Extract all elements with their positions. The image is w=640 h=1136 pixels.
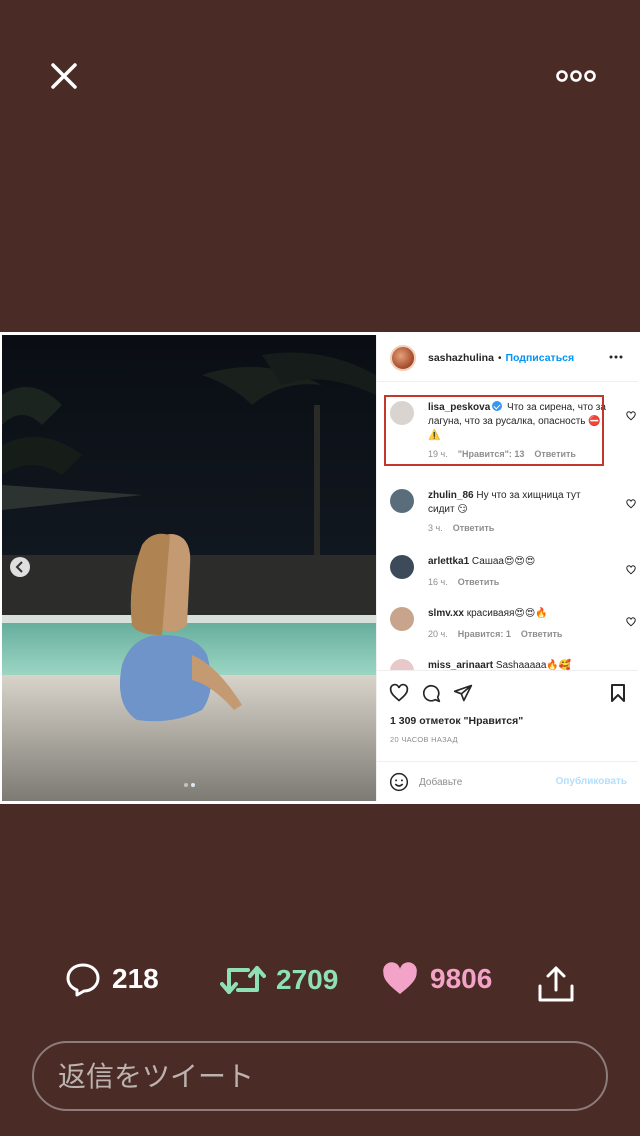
action-icons xyxy=(389,683,473,703)
comment-text: slmv.xx красиваяя😍😍🔥 xyxy=(428,607,608,621)
heart-icon xyxy=(389,683,409,702)
heart-icon xyxy=(383,962,417,995)
comment-time: 16 ч. xyxy=(428,577,448,587)
publish-button[interactable]: Опубликовать xyxy=(556,776,627,787)
like-stat-button[interactable]: 9806 xyxy=(380,960,492,998)
post-username[interactable]: sashazhulina xyxy=(428,352,494,364)
retweet-count: 2709 xyxy=(276,964,339,995)
comment-meta: 20 ч. Нравится: 1 Ответить xyxy=(428,629,562,639)
reply-count: 218 xyxy=(112,963,159,994)
post-header: sashazhulina • Подписаться xyxy=(377,335,638,382)
heart-icon[interactable] xyxy=(626,565,636,575)
share-icon xyxy=(538,966,574,1002)
reply-button[interactable]: Ответить xyxy=(521,629,563,639)
carousel-dots xyxy=(184,783,195,787)
reply-icon xyxy=(66,963,100,997)
comment-username[interactable]: arlettka1 xyxy=(428,556,469,567)
retweet-icon xyxy=(220,966,266,994)
save-button[interactable] xyxy=(609,683,627,703)
comment-time: 20 ч. xyxy=(428,629,448,639)
attached-image[interactable]: sashazhulina • Подписаться lisa_peskova … xyxy=(0,332,640,804)
close-button[interactable] xyxy=(44,56,84,96)
comment-content: красиваяя😍😍🔥 xyxy=(466,608,548,619)
reply-input[interactable] xyxy=(58,1059,558,1093)
viewer-top-bar xyxy=(0,0,640,150)
comment-text: arlettka1 Сашаа😍😍😍 xyxy=(428,555,608,569)
comment-time: 3 ч. xyxy=(428,523,443,533)
comment-likes[interactable]: Нравится: 1 xyxy=(458,629,511,639)
post-photo xyxy=(2,335,376,801)
emoji-icon[interactable] xyxy=(389,772,409,792)
share-button[interactable] xyxy=(453,683,473,703)
heart-icon[interactable] xyxy=(626,499,636,509)
heart-icon[interactable] xyxy=(626,617,636,627)
comment-username[interactable]: zhulin_86 xyxy=(428,490,474,501)
follow-button[interactable]: Подписаться xyxy=(505,352,574,364)
carousel-dot-active xyxy=(191,783,195,787)
reply-button[interactable]: Ответить xyxy=(453,523,495,533)
avatar[interactable] xyxy=(390,489,414,513)
highlight-box xyxy=(384,395,604,466)
reply-stat-button[interactable]: 218 xyxy=(64,960,159,998)
heart-icon[interactable] xyxy=(626,411,636,421)
more-options-button[interactable] xyxy=(552,60,600,92)
bookmark-icon xyxy=(611,684,625,702)
comment-icon xyxy=(422,684,441,703)
like-button[interactable] xyxy=(389,683,409,703)
comment-item: arlettka1 Сашаа😍😍😍 16 ч. Ответить xyxy=(390,555,636,595)
add-comment-bar: Опубликовать xyxy=(377,761,638,801)
send-icon xyxy=(453,684,473,702)
reply-button[interactable]: Ответить xyxy=(458,577,500,587)
retweet-stat-button[interactable]: 2709 xyxy=(220,960,338,1000)
share-tweet-button[interactable] xyxy=(536,964,576,1004)
comment-meta: 16 ч. Ответить xyxy=(428,577,499,587)
reply-tweet-box[interactable] xyxy=(32,1041,608,1111)
comment-text: zhulin_86 Ну что за хищница тут сидит 😏 xyxy=(428,489,608,517)
carousel-dot xyxy=(184,783,188,787)
posted-time: 20 ЧАСОВ НАЗАД xyxy=(390,735,458,744)
comment-item: zhulin_86 Ну что за хищница тут сидит 😏 … xyxy=(390,489,636,539)
more-horizontal-icon xyxy=(556,70,596,82)
comment-username[interactable]: slmv.xx xyxy=(428,608,464,619)
avatar[interactable] xyxy=(390,607,414,631)
comment-content: Сашаа😍😍😍 xyxy=(471,556,536,567)
close-icon xyxy=(51,63,77,89)
comment-item: slmv.xx красиваяя😍😍🔥 20 ч. Нравится: 1 О… xyxy=(390,607,636,647)
more-horizontal-icon[interactable] xyxy=(609,355,623,359)
comment-button[interactable] xyxy=(421,683,441,703)
avatar[interactable] xyxy=(390,555,414,579)
comment-meta: 3 ч. Ответить xyxy=(428,523,494,533)
chevron-left-icon xyxy=(15,561,23,573)
like-count: 9806 xyxy=(430,963,493,994)
post-actions: 1 309 отметок "Нравится" 20 ЧАСОВ НАЗАД … xyxy=(377,670,638,801)
comment-input[interactable] xyxy=(419,776,539,788)
instagram-side-panel: sashazhulina • Подписаться lisa_peskova … xyxy=(376,335,638,801)
separator: • xyxy=(497,352,502,364)
carousel-prev-button[interactable] xyxy=(10,557,30,577)
avatar[interactable] xyxy=(390,345,416,371)
likes-count[interactable]: 1 309 отметок "Нравится" xyxy=(390,715,523,727)
